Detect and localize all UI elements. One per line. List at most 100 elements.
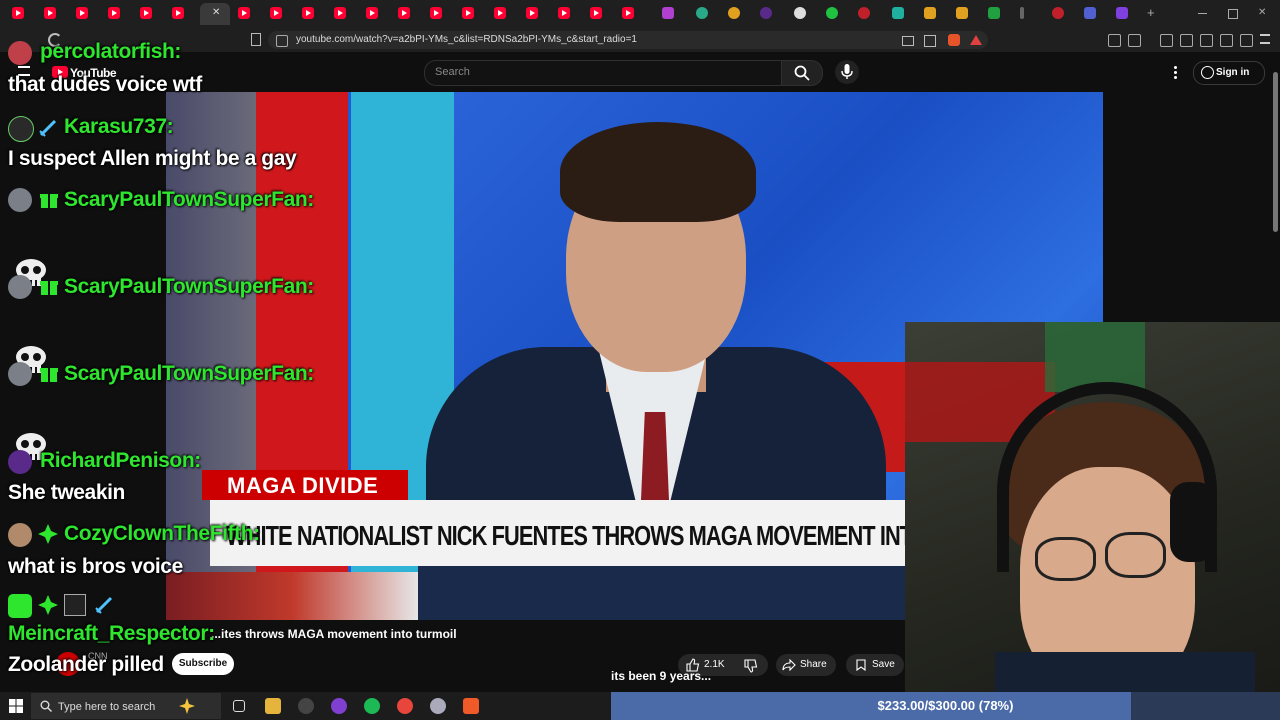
sidebar-icon[interactable] xyxy=(1180,34,1193,47)
tab-youtube[interactable] xyxy=(462,7,474,19)
sign-in-button[interactable]: Sign in xyxy=(1193,61,1265,85)
stream-chat-overlay: percolatorfish: that dudes voice wtf Kar… xyxy=(0,36,330,692)
chat-message: that dudes voice wtf xyxy=(8,73,202,96)
image-badge-icon xyxy=(64,594,86,616)
tab-grey-site-icon[interactable] xyxy=(794,7,806,19)
chat-avatar xyxy=(8,362,32,386)
tab-purple-site-icon[interactable] xyxy=(662,7,674,19)
tab-youtube[interactable] xyxy=(398,7,410,19)
chrome-icon[interactable] xyxy=(397,698,413,714)
share-page-icon[interactable] xyxy=(924,35,936,47)
close-icon[interactable]: ✕ xyxy=(212,7,220,18)
chat-message: Zoolander pilled xyxy=(8,653,164,676)
streamer-shirt xyxy=(995,652,1255,692)
tab-purple-site-icon[interactable] xyxy=(1116,7,1128,19)
tab-youtube[interactable] xyxy=(526,7,538,19)
search-button[interactable] xyxy=(781,60,823,86)
tab-teal-site-icon[interactable] xyxy=(892,7,904,19)
search-input[interactable]: Search xyxy=(424,60,782,86)
tab-youtube[interactable] xyxy=(108,7,120,19)
leo-icon[interactable] xyxy=(1220,34,1233,47)
brave-shield-icon[interactable] xyxy=(948,34,960,46)
wallet-icon[interactable] xyxy=(1200,34,1213,47)
tab-youtube[interactable] xyxy=(270,7,282,19)
webcam-overlay xyxy=(905,322,1280,692)
chat-avatar xyxy=(8,523,32,547)
tab-green-play-icon[interactable] xyxy=(826,7,838,19)
donation-goal-bar: $233.00/$300.00 (78%) xyxy=(611,692,1280,720)
tab-youtube[interactable] xyxy=(590,7,602,19)
chat-username: Karasu737: xyxy=(64,115,174,138)
tab-twitch-icon[interactable] xyxy=(760,7,772,19)
page-scrollbar[interactable] xyxy=(1271,60,1280,240)
chat-username: ScaryPaulTownSuperFan: xyxy=(64,275,314,298)
save-button[interactable]: Save xyxy=(846,654,904,676)
tab-youtube[interactable] xyxy=(334,7,346,19)
tab-blue-site-icon[interactable] xyxy=(1084,7,1096,19)
user-icon xyxy=(1201,66,1214,79)
tab-folder-icon[interactable] xyxy=(956,7,968,19)
extension-icon[interactable] xyxy=(1108,34,1121,47)
chat-username: RichardPenison: xyxy=(40,449,201,472)
task-view-icon[interactable] xyxy=(233,700,245,712)
tab-youtube[interactable] xyxy=(44,7,56,19)
browser-tab-strip: ✕ + ✕ xyxy=(0,0,1280,28)
obs-icon[interactable] xyxy=(298,698,314,714)
donation-goal-label: $233.00/$300.00 (78%) xyxy=(877,698,1014,713)
tab-teal-site-icon[interactable] xyxy=(696,7,708,19)
menu-icon[interactable] xyxy=(1260,34,1270,44)
windows-start-icon[interactable] xyxy=(9,699,23,713)
share-button[interactable]: Share xyxy=(776,654,836,676)
close-window-button[interactable]: ✕ xyxy=(1258,8,1268,18)
chat-username: CozyClownTheFifth: xyxy=(64,522,260,545)
tab-youtube[interactable] xyxy=(172,7,184,19)
glasses-icon xyxy=(1035,537,1096,581)
webcam-background xyxy=(1045,322,1145,392)
chat-username: Meincraft_Respector: xyxy=(8,622,215,645)
glasses-icon xyxy=(1105,532,1166,578)
chat-username: percolatorfish: xyxy=(40,40,182,63)
more-options-icon[interactable] xyxy=(1170,64,1180,80)
sparkle-badge-icon xyxy=(38,595,58,615)
spotify-icon[interactable] xyxy=(364,698,380,714)
url-field[interactable]: youtube.com/watch?v=a2bPI-YMs_c&list=RDN… xyxy=(268,31,988,49)
tab-youtube[interactable] xyxy=(558,7,570,19)
tab-youtube[interactable] xyxy=(622,7,634,19)
tab-shield-icon[interactable] xyxy=(988,7,1000,19)
minimize-button[interactable] xyxy=(1198,13,1207,14)
sword-badge-icon xyxy=(95,596,113,614)
voice-search-button[interactable] xyxy=(835,60,859,84)
maximize-button[interactable] xyxy=(1228,9,1238,19)
tab-folder-icon[interactable] xyxy=(924,7,936,19)
media-icon[interactable] xyxy=(1160,34,1173,47)
tab-youtube[interactable] xyxy=(76,7,88,19)
tab-youtube[interactable] xyxy=(238,7,250,19)
tab-youtube[interactable] xyxy=(494,7,506,19)
vpn-icon[interactable] xyxy=(1240,34,1253,47)
tab-youtube[interactable] xyxy=(140,7,152,19)
tab-red-site-icon[interactable] xyxy=(1052,7,1064,19)
tab-yellow-site-icon[interactable] xyxy=(728,7,740,19)
tab-red-site-icon[interactable] xyxy=(858,7,870,19)
file-explorer-icon[interactable] xyxy=(265,698,281,714)
chat-avatar xyxy=(8,275,32,299)
discord-icon[interactable] xyxy=(331,698,347,714)
tab-youtube[interactable] xyxy=(430,7,442,19)
tab-youtube[interactable] xyxy=(12,7,24,19)
tab-youtube[interactable] xyxy=(302,7,314,19)
brave-rewards-icon[interactable] xyxy=(970,35,982,45)
tab-youtube[interactable] xyxy=(366,7,378,19)
extension-icon[interactable] xyxy=(1128,34,1141,47)
taskbar-search-input[interactable]: Type here to search xyxy=(31,693,221,719)
search-icon xyxy=(794,65,810,81)
steam-icon[interactable] xyxy=(430,698,446,714)
scrollbar-thumb[interactable] xyxy=(1273,72,1278,232)
tab-grey-icon[interactable] xyxy=(1020,7,1024,19)
thumbs-down-icon[interactable] xyxy=(744,659,758,673)
brave-icon[interactable] xyxy=(463,698,479,714)
microphone-icon xyxy=(841,64,853,79)
chat-avatar xyxy=(8,116,34,142)
tab-active[interactable]: ✕ xyxy=(200,3,230,25)
new-tab-button[interactable]: + xyxy=(1147,5,1155,20)
cast-icon[interactable] xyxy=(902,36,914,46)
